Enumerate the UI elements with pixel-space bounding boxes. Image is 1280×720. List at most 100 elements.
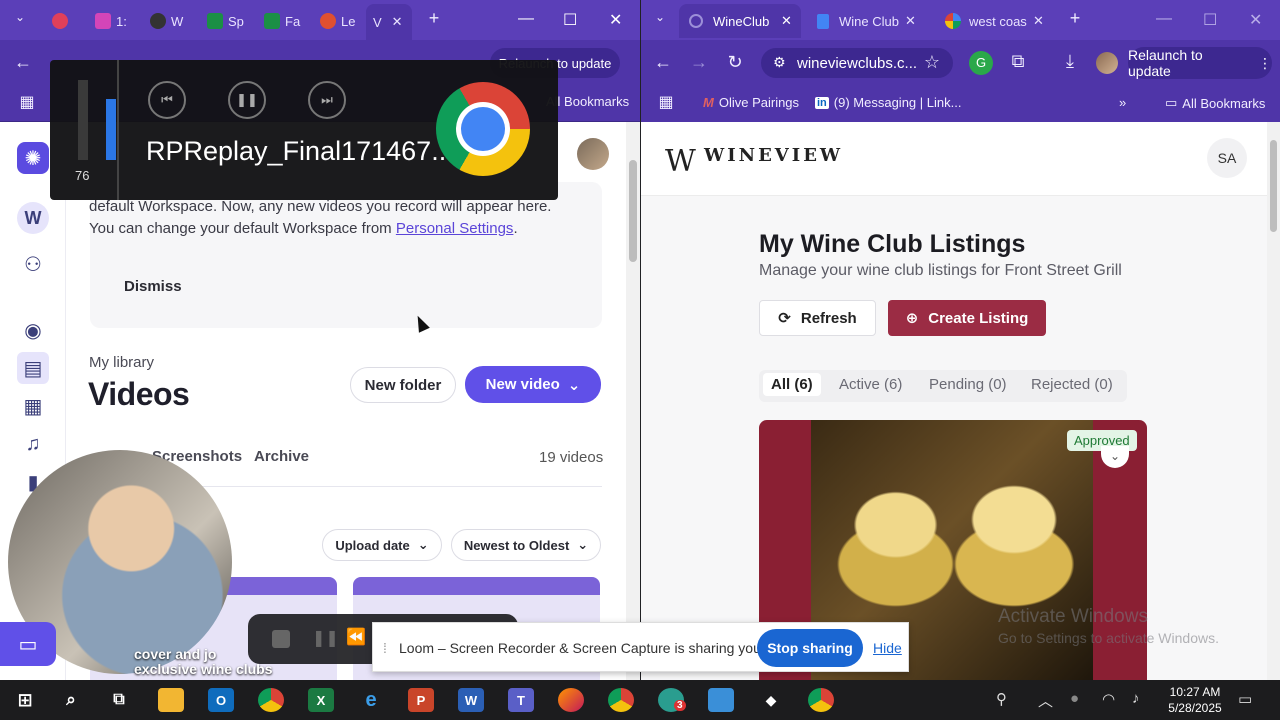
wifi-icon[interactable]: ◠	[1102, 690, 1115, 708]
dismiss-button[interactable]: Dismiss	[124, 278, 182, 295]
speaker-icon[interactable]: ♪	[1132, 690, 1140, 707]
pause-recording-icon[interactable]: ❚❚	[312, 628, 339, 648]
stop-recording-icon[interactable]	[272, 630, 290, 648]
chrome-icon[interactable]	[808, 688, 834, 712]
all-bookmarks-link[interactable]: ▭ All Bookmarks	[1165, 95, 1265, 111]
sort-order-dropdown[interactable]: Newest to Oldest ⌄	[451, 529, 601, 561]
refresh-button[interactable]: ⟳ Refresh	[759, 300, 876, 336]
tab-2[interactable]: 1:	[95, 8, 127, 34]
maximize-icon[interactable]: ☐	[1203, 10, 1217, 30]
drag-handle-icon[interactable]: ⁞	[383, 640, 387, 656]
close-icon[interactable]: ✕	[1033, 13, 1044, 29]
notifications-icon[interactable]: ▭	[1238, 690, 1252, 708]
relaunch-button[interactable]: Relaunch to update ⋮	[1128, 47, 1272, 79]
apps-grid-icon[interactable]: ▦	[16, 92, 38, 112]
file-explorer-icon[interactable]	[158, 688, 184, 712]
filter-rejected[interactable]: Rejected (0)	[1031, 376, 1113, 393]
rewind-icon[interactable]: ⏪	[346, 627, 366, 647]
tab-6[interactable]: Le	[320, 8, 355, 34]
library-icon[interactable]: ▤	[17, 352, 49, 384]
camera-toggle-icon[interactable]: ▭	[0, 622, 56, 666]
chrome-icon[interactable]	[258, 688, 284, 712]
tab-archive[interactable]: Archive	[254, 448, 309, 465]
minimize-icon[interactable]: —	[1156, 10, 1172, 28]
chevron-down-icon[interactable]: ⌄	[1101, 446, 1129, 468]
grammarly-icon[interactable]: G	[969, 51, 993, 75]
filter-all[interactable]: All (6)	[763, 373, 821, 396]
bell-icon[interactable]: ♫	[17, 428, 49, 460]
calendar-icon[interactable]: ▦	[17, 390, 49, 422]
personal-settings-link[interactable]: Personal Settings	[396, 220, 514, 237]
back-icon[interactable]: ←	[12, 52, 34, 73]
new-video-button[interactable]: New video ⌄	[465, 366, 601, 403]
profile-avatar[interactable]	[1096, 52, 1118, 74]
firefox-icon[interactable]	[558, 688, 584, 712]
more-bookmarks-icon[interactable]: »	[1119, 95, 1126, 110]
extensions-icon[interactable]: ⧉	[1007, 51, 1029, 72]
filter-active[interactable]: Active (6)	[839, 376, 902, 393]
new-tab-icon[interactable]: +	[424, 8, 444, 29]
taskbar-clock[interactable]: 10:27 AM 5/28/2025	[1160, 684, 1230, 716]
close-window-icon[interactable]: ✕	[609, 10, 622, 30]
tab-search-icon[interactable]: ⌄	[8, 10, 32, 24]
tab-west-coast[interactable]: west coas ✕	[935, 4, 1057, 38]
chrome-icon[interactable]	[608, 688, 634, 712]
tab-4[interactable]: Sp	[207, 8, 244, 34]
wineview-logo-text[interactable]: WINEVIEW	[704, 145, 843, 166]
tray-chevron-up-icon[interactable]: ︿	[1038, 690, 1053, 711]
search-icon[interactable]: ⌕	[58, 688, 84, 712]
tab-wineclub[interactable]: WineClub ✕	[679, 4, 801, 38]
tab-1[interactable]	[52, 8, 73, 34]
stop-sharing-button[interactable]: Stop sharing	[757, 629, 863, 667]
outlook-icon[interactable]: O	[208, 688, 234, 712]
avatar[interactable]	[577, 138, 609, 170]
next-track-icon[interactable]: ⏭	[308, 81, 346, 119]
previous-track-icon[interactable]: ⏮	[148, 81, 186, 119]
scrollbar-thumb[interactable]	[629, 160, 637, 262]
microphone-icon[interactable]: ●	[1070, 690, 1079, 707]
all-bookmarks-link[interactable]: All Bookmarks	[546, 94, 629, 109]
new-tab-icon[interactable]: +	[1065, 8, 1085, 29]
teams-icon[interactable]: T	[508, 688, 534, 712]
close-icon[interactable]: ✕	[905, 13, 916, 29]
windows-start-icon[interactable]: ⊞	[12, 688, 38, 712]
app-icon[interactable]: ◆	[758, 688, 784, 712]
filter-pending[interactable]: Pending (0)	[929, 376, 1007, 393]
tab-search-icon[interactable]: ⌄	[649, 10, 671, 24]
workspace-icon[interactable]: W	[17, 202, 49, 234]
tab-7-active[interactable]: V ✕	[366, 4, 412, 40]
apps-grid-icon[interactable]: ▦	[655, 92, 677, 112]
people-icon[interactable]: ⚲	[996, 690, 1007, 708]
upload-date-dropdown[interactable]: Upload date ⌄	[322, 529, 442, 561]
edge-icon[interactable]: e	[358, 688, 384, 712]
photos-icon[interactable]	[708, 688, 734, 712]
tab-5[interactable]: Fa	[264, 8, 300, 34]
site-info-icon[interactable]: ⚙	[773, 54, 786, 71]
create-listing-button[interactable]: ⊕ Create Listing	[888, 300, 1046, 336]
download-icon[interactable]: ⤓	[1059, 51, 1081, 72]
profile-icon[interactable]: ◉	[17, 314, 49, 346]
pause-icon[interactable]: ❚❚	[228, 81, 266, 119]
scrollbar[interactable]	[626, 122, 640, 680]
hide-link[interactable]: Hide	[873, 640, 902, 656]
scrollbar[interactable]	[1267, 122, 1280, 680]
avatar[interactable]: SA	[1207, 138, 1247, 178]
tab-wine-club-doc[interactable]: Wine Club ✕	[807, 4, 929, 38]
loom-logo-icon[interactable]: ✺	[17, 142, 49, 174]
wineview-logo-icon[interactable]: W	[665, 144, 696, 179]
maximize-icon[interactable]: ☐	[563, 10, 577, 30]
slack-icon[interactable]: 3	[658, 688, 686, 712]
star-icon[interactable]: ☆	[921, 52, 943, 73]
close-icon[interactable]: ✕	[392, 14, 403, 30]
scrollbar-thumb[interactable]	[1270, 140, 1277, 232]
tab-3[interactable]: W	[150, 8, 183, 34]
powerpoint-icon[interactable]: P	[408, 688, 434, 712]
minimize-icon[interactable]: —	[518, 10, 534, 28]
bookmark-linkedin[interactable]: in (9) Messaging | Link...	[815, 95, 961, 110]
word-icon[interactable]: W	[458, 688, 484, 712]
close-window-icon[interactable]: ✕	[1249, 10, 1262, 30]
reload-icon[interactable]: ↻	[724, 52, 746, 73]
excel-icon[interactable]: X	[308, 688, 334, 712]
add-user-icon[interactable]: ⚇	[17, 248, 49, 280]
back-icon[interactable]: ←	[652, 52, 674, 73]
